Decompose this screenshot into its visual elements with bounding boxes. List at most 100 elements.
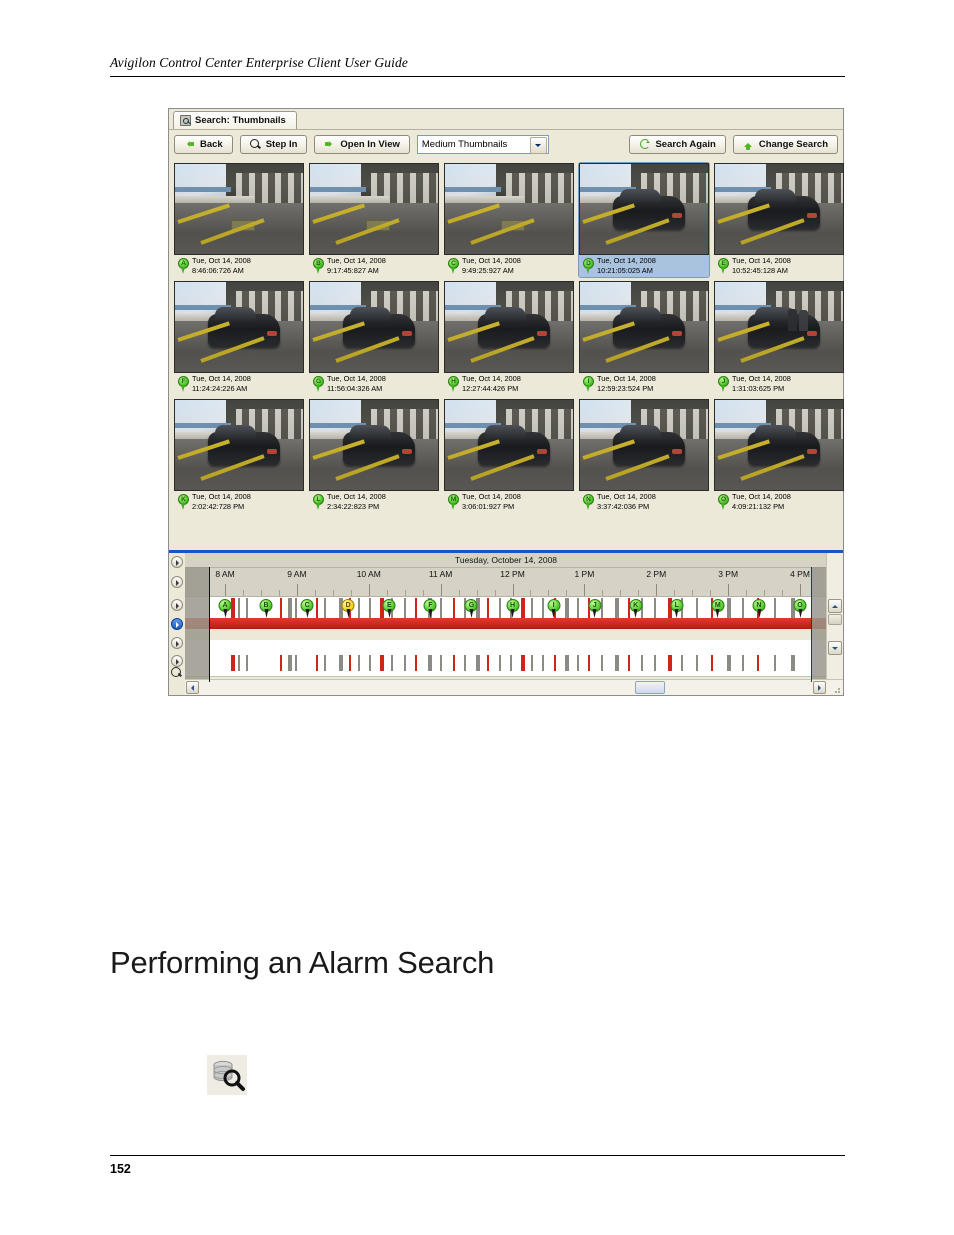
timeline-body: Tuesday, October 14, 2008 8 AM 9 AM 10 AM 1… [185, 553, 841, 682]
header-rule [110, 76, 845, 77]
thumbnail-image[interactable] [174, 163, 304, 255]
thumbnail-image[interactable] [579, 399, 709, 491]
timeline-range-handle[interactable] [209, 567, 211, 682]
scroll-down-icon[interactable] [828, 641, 842, 655]
step-in-button[interactable]: Step In [239, 134, 308, 154]
timeline-recording-segment [498, 598, 501, 618]
chevron-down-icon[interactable] [529, 136, 547, 154]
thumbnail-image[interactable] [444, 399, 574, 491]
thumbnail-image[interactable] [444, 281, 574, 373]
back-button[interactable]: Back [174, 134, 233, 154]
vertical-scroll-thumb[interactable] [828, 614, 842, 625]
thumbnail-item-k[interactable]: K Tue, Oct 14, 2008 2:02:42:728 PM [173, 398, 305, 514]
search-again-button[interactable]: Search Again [629, 134, 726, 154]
timeline-recording-segment [696, 598, 699, 618]
change-search-button[interactable]: Change Search [732, 134, 838, 154]
thumbnail-item-g[interactable]: G Tue, Oct 14, 2008 11:56:04:326 AM [308, 280, 440, 396]
timeline-marker-i[interactable]: I [547, 599, 561, 618]
timeline-ruler[interactable]: 8 AM 9 AM 10 AM 11 AM 12 PM 1 PM 2 PM 3 PM 4 PM [185, 568, 827, 597]
timeline-marker-tip [346, 609, 351, 618]
thumbnail-item-b[interactable]: B Tue, Oct 14, 2008 9:17:45:827 AM [308, 162, 440, 278]
timeline-range-handle[interactable] [811, 567, 813, 682]
thumbnail-image[interactable] [174, 281, 304, 373]
timeline-hour-label: 1 PM [574, 569, 595, 579]
thumbnail-image[interactable] [579, 163, 709, 255]
thumbnail-timestamp: Tue, Oct 14, 2008 11:56:04:326 AM [327, 374, 386, 393]
thumbnail-label: I Tue, Oct 14, 2008 12:59:23:524 PM [579, 373, 709, 395]
running-header-text: Avigilon Control Center Enterprise Clien… [110, 55, 408, 70]
timeline-recording-track[interactable] [185, 652, 827, 677]
thumbnail-item-m[interactable]: M Tue, Oct 14, 2008 3:06:01:927 PM [443, 398, 575, 514]
thumbnail-size-select[interactable]: Medium Thumbnails [416, 134, 549, 154]
thumbnail-item-c[interactable]: C Tue, Oct 14, 2008 9:49:25:927 AM [443, 162, 575, 278]
timeline-marker-d[interactable]: D [341, 599, 355, 618]
thumbnail-item-e[interactable]: E Tue, Oct 14, 2008 10:52:45:128 AM [713, 162, 845, 278]
timeline-track-toggle-5[interactable] [171, 637, 183, 649]
timeline-horizontal-scrollbar[interactable] [185, 679, 843, 695]
timeline-hour-label: 3 PM [718, 569, 739, 579]
timeline-zoom-icon[interactable] [171, 667, 183, 679]
thumbnail-item-d[interactable]: D Tue, Oct 14, 2008 10:21:05:025 AM [578, 162, 710, 278]
timeline-marker-b[interactable]: B [259, 599, 273, 618]
resize-grip[interactable] [832, 685, 841, 694]
thumbnail-image[interactable] [714, 281, 844, 373]
timeline-track-tertiary[interactable] [185, 640, 827, 652]
thumbnail-item-i[interactable]: I Tue, Oct 14, 2008 12:59:23:524 PM [578, 280, 710, 396]
timeline-marker-h[interactable]: H [506, 599, 519, 618]
timeline-recording-segment [323, 598, 326, 618]
timeline-marker-o[interactable]: O [793, 599, 807, 618]
thumbnail-item-h[interactable]: H Tue, Oct 14, 2008 12:27:44:426 PM [443, 280, 575, 396]
timeline-vertical-scrollbar[interactable] [826, 553, 843, 682]
thumbnail-image[interactable] [714, 163, 844, 255]
timeline-track-secondary[interactable] [185, 629, 827, 640]
thumbnail-image[interactable] [444, 163, 574, 255]
timeline-marker-l[interactable]: L [670, 599, 684, 618]
thumbnail-item-n[interactable]: N Tue, Oct 14, 2008 3:37:42:036 PM [578, 398, 710, 514]
thumbnail-item-o[interactable]: O Tue, Oct 14, 2008 4:09:21:132 PM [713, 398, 845, 514]
thumbnail-image[interactable] [309, 163, 439, 255]
horizontal-scroll-thumb[interactable] [635, 681, 665, 694]
timeline-track-toggle-2[interactable] [171, 576, 183, 588]
timeline-recording-segment [280, 655, 283, 671]
scroll-left-icon[interactable] [186, 681, 199, 694]
thumbnail-image[interactable] [714, 399, 844, 491]
thumbnail-timestamp: Tue, Oct 14, 2008 10:21:05:025 AM [597, 256, 656, 275]
timeline-marker-j[interactable]: J [588, 599, 602, 618]
timeline-marker-c[interactable]: C [300, 599, 314, 618]
timeline-marker-n[interactable]: N [752, 599, 766, 618]
timeline-track-toggle-1[interactable] [171, 556, 183, 568]
green-right-arrow-icon [324, 139, 335, 150]
timeline-marker-m[interactable]: M [711, 599, 725, 618]
scroll-up-icon[interactable] [828, 599, 842, 613]
timeline-recording-segment [339, 655, 343, 671]
timeline-marker-k[interactable]: K [629, 599, 643, 618]
thumbnail-image[interactable] [309, 399, 439, 491]
timeline-marker-f[interactable]: F [423, 599, 437, 618]
thumbnail-timestamp: Tue, Oct 14, 2008 12:27:44:426 PM [462, 374, 521, 393]
open-in-view-button[interactable]: Open In View [314, 134, 410, 154]
timeline-minor-tick [674, 590, 676, 596]
timeline-event-track[interactable]: A B C D E F G H I J K L M N O [185, 597, 827, 629]
map-pin-icon: M [448, 493, 459, 510]
timeline-minor-tick [476, 590, 478, 596]
timeline-hour-label: 11 AM [428, 569, 453, 579]
thumbnail-item-a[interactable]: A Tue, Oct 14, 2008 8:46:06:726 AM [173, 162, 305, 278]
timeline-recording-segment [487, 598, 490, 618]
timeline-track-toggle-4-active[interactable] [171, 618, 183, 630]
timeline-marker-g[interactable]: G [464, 599, 478, 618]
thumbnail-item-f[interactable]: F Tue, Oct 14, 2008 11:24:24:226 AM [173, 280, 305, 396]
thumbnail-image[interactable] [309, 281, 439, 373]
thumbnail-image[interactable] [174, 399, 304, 491]
timeline-marker-e[interactable]: E [382, 599, 396, 618]
thumbnail-image[interactable] [579, 281, 709, 373]
timeline-minor-tick [566, 590, 568, 596]
timeline-track-toggle-6[interactable] [171, 655, 183, 667]
timeline-track-toggle-3[interactable] [171, 599, 183, 611]
timeline-marker-tip [757, 609, 762, 618]
tab-search-thumbnails[interactable]: Search: Thumbnails [173, 111, 297, 129]
timeline-marker-a[interactable]: A [218, 599, 232, 618]
thumbnail-item-j[interactable]: J Tue, Oct 14, 2008 1:31:03:625 PM [713, 280, 845, 396]
thumbnail-item-l[interactable]: L Tue, Oct 14, 2008 2:34:22:823 PM [308, 398, 440, 514]
scroll-right-icon[interactable] [813, 681, 826, 694]
timeline-recording-segment [498, 655, 501, 671]
